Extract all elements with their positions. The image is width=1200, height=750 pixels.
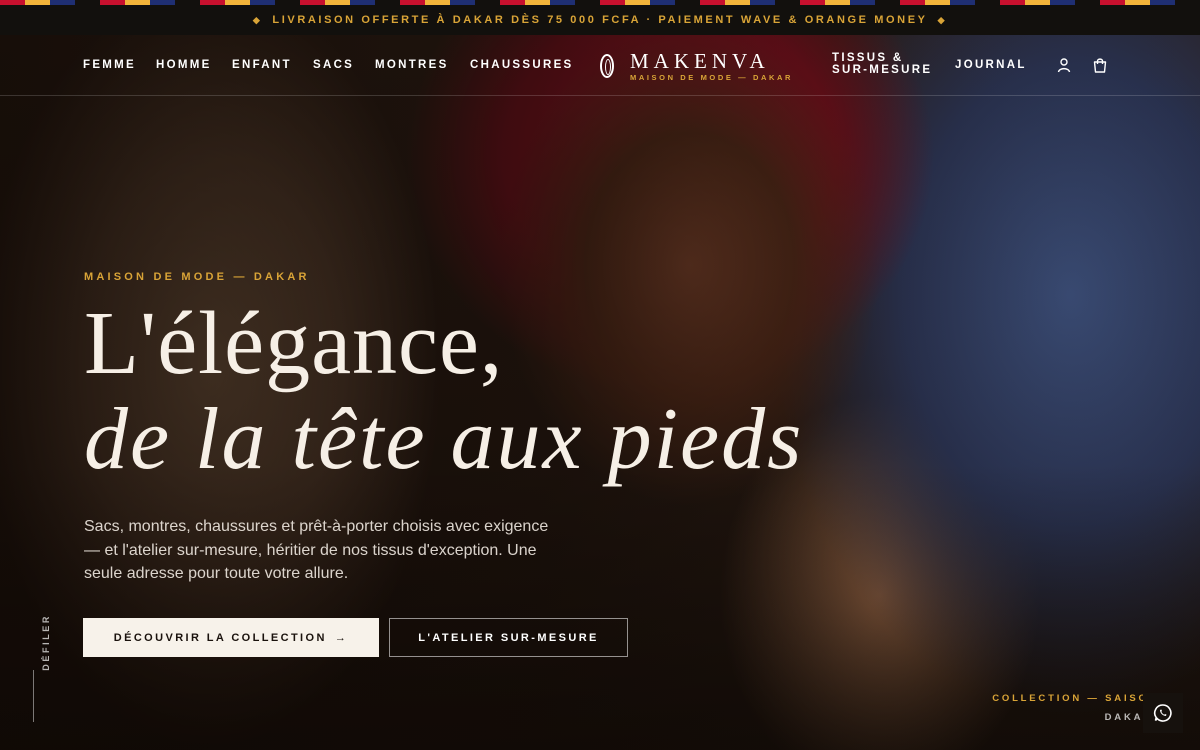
discover-collection-label: DÉCOUVRIR LA COLLECTION	[113, 631, 327, 644]
brand-logo[interactable]: MAKENVA MAISON DE MODE — DAKAR	[600, 51, 793, 82]
nav-tissus-sur-mesure[interactable]: TISSUS & SUR-MESURE	[832, 52, 932, 76]
hero-headline-line1: L'élégance,	[84, 294, 504, 393]
diamond-icon: ◆	[252, 14, 263, 25]
nav-journal[interactable]: JOURNAL	[955, 59, 1027, 71]
logo-name: MAKENVA	[630, 49, 770, 73]
scroll-indicator-label[interactable]: DÉFILER	[41, 614, 51, 671]
nav-homme[interactable]: HOMME	[156, 59, 212, 71]
logo-tagline: MAISON DE MODE — DAKAR	[630, 73, 794, 82]
nav-sacs[interactable]: SACS	[313, 59, 354, 71]
whatsapp-icon	[1153, 704, 1172, 722]
discover-collection-button[interactable]: DÉCOUVRIR LA COLLECTION →	[83, 618, 379, 657]
collection-season-label: COLLECTION — SAISON 20	[992, 693, 1180, 704]
hero-headline-line2: de la tête aux pieds	[84, 391, 804, 488]
scroll-indicator-line	[33, 670, 34, 722]
shopping-bag-icon[interactable]	[1092, 57, 1108, 73]
nav-femme[interactable]: FEMME	[83, 59, 136, 71]
diamond-icon: ◆	[937, 14, 948, 25]
announcement-bar: ◆ LIVRAISON OFFERTE À DAKAR DÈS 75 000 F…	[0, 5, 1200, 35]
nav-tissus-line1: TISSUS &	[832, 52, 904, 64]
atelier-sur-mesure-label: L'ATELIER SUR-MESURE	[418, 631, 599, 644]
main-nav: FEMME HOMME ENFANT SACS MONTRES CHAUSSUR…	[0, 35, 1200, 96]
nav-tissus-line2: SUR-MESURE	[832, 64, 933, 76]
user-icon[interactable]	[1056, 57, 1072, 73]
whatsapp-button[interactable]	[1143, 693, 1183, 733]
nav-montres[interactable]: MONTRES	[375, 59, 449, 71]
hero-lede: Sacs, montres, chaussures et prêt-à-port…	[84, 518, 549, 582]
logo-mark-icon	[600, 54, 614, 78]
announcement-text: LIVRAISON OFFERTE À DAKAR DÈS 75 000 FCF…	[272, 14, 928, 26]
atelier-sur-mesure-button[interactable]: L'ATELIER SUR-MESURE	[389, 618, 628, 657]
nav-enfant[interactable]: ENFANT	[232, 59, 292, 71]
hero-eyebrow: MAISON DE MODE — DAKAR	[84, 271, 310, 283]
arrow-right-icon: →	[334, 631, 349, 644]
nav-chaussures[interactable]: CHAUSSURES	[470, 59, 574, 71]
